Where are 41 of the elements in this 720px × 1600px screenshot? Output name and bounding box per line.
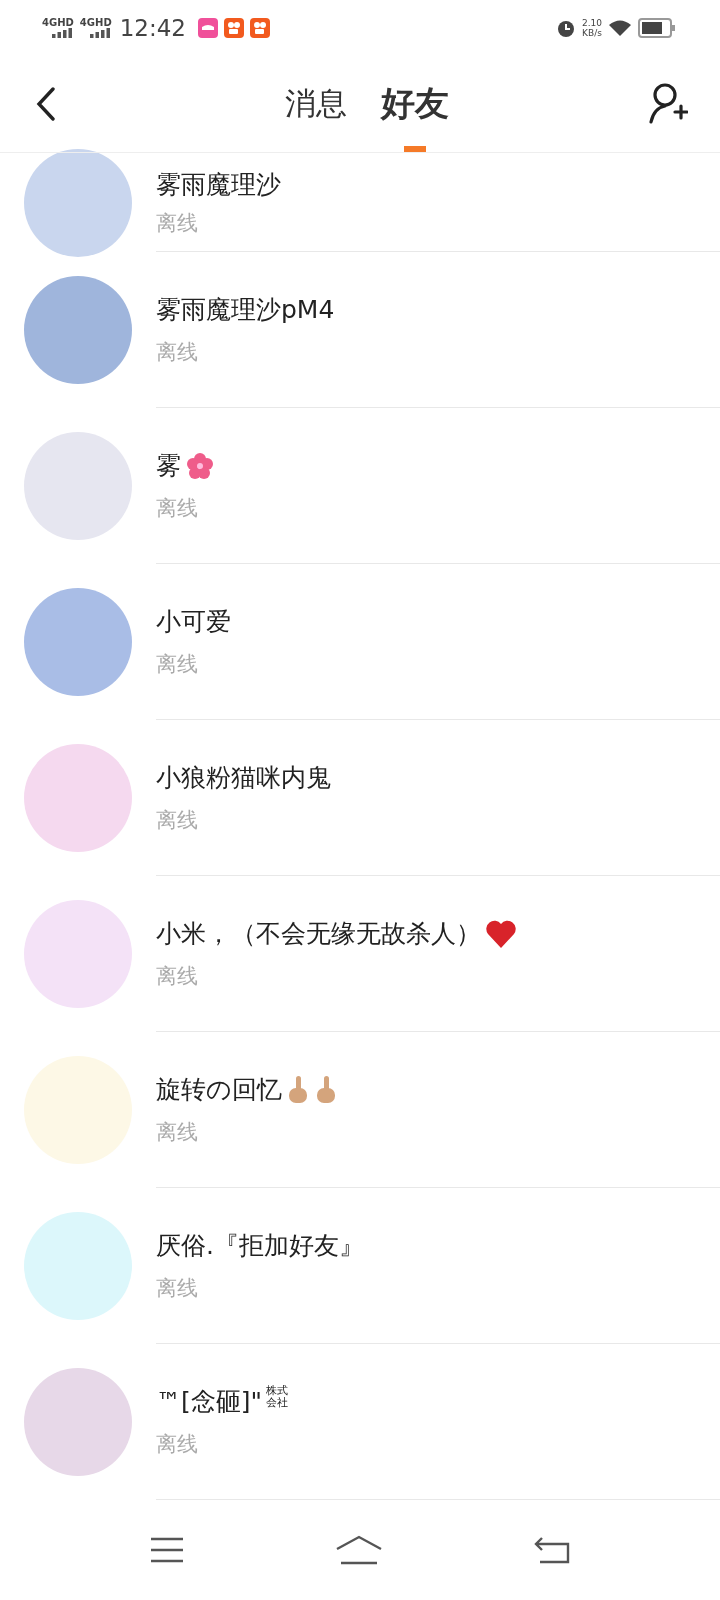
online-status: 离线 (156, 495, 199, 522)
video-app-icon (250, 18, 270, 38)
tab[interactable]: 消息 (283, 56, 349, 152)
network-type: 4GHD (42, 18, 74, 28)
menu-icon[interactable] (150, 1537, 184, 1563)
alarm-icon (555, 18, 576, 38)
friend-name: 小狼粉猫咪内鬼 (156, 762, 331, 794)
friend-name: 小米，（不会无缘无故杀人） (156, 918, 481, 950)
online-status: 离线 (156, 651, 199, 678)
online-status: 离线 (156, 963, 199, 990)
battery-icon (638, 18, 676, 38)
back-nav-icon[interactable] (534, 1536, 570, 1564)
hand-icon (286, 1074, 310, 1105)
video-app-icon (224, 18, 244, 38)
clock-time: 12:42 (119, 15, 186, 41)
friend-name: 厌俗.『拒加好友』 (156, 1230, 364, 1262)
signal-icon (51, 28, 74, 38)
app-notification-icon (198, 18, 218, 38)
friend-name: 雾 (156, 450, 181, 482)
home-icon[interactable] (335, 1535, 383, 1565)
flower-icon (185, 450, 215, 481)
friend-name: 雾雨魔理沙pM4 (156, 294, 335, 326)
online-status: 离线 (156, 209, 199, 237)
friend-name: ™[念砸]" (156, 1386, 262, 1418)
name-suffix: 株式会社 (266, 1385, 289, 1410)
online-status: 离线 (156, 339, 199, 366)
signal-icon (89, 28, 112, 38)
online-status: 离线 (156, 1431, 199, 1458)
speed-value: 2.10 (581, 18, 602, 28)
online-status: 离线 (156, 1119, 199, 1146)
friend-name: 旋转の回忆 (156, 1074, 282, 1106)
network-type: 4GHD (79, 18, 112, 28)
hand-icon (314, 1074, 338, 1105)
tab[interactable]: 好友 (379, 56, 451, 152)
online-status: 离线 (156, 807, 199, 834)
wifi-icon (608, 19, 632, 37)
friend-name: 小可爱 (156, 606, 231, 638)
heart-icon (485, 918, 517, 949)
friend-name: 雾雨魔理沙 (156, 168, 281, 201)
speed-unit: KB/s (582, 28, 602, 38)
online-status: 离线 (156, 1275, 199, 1302)
